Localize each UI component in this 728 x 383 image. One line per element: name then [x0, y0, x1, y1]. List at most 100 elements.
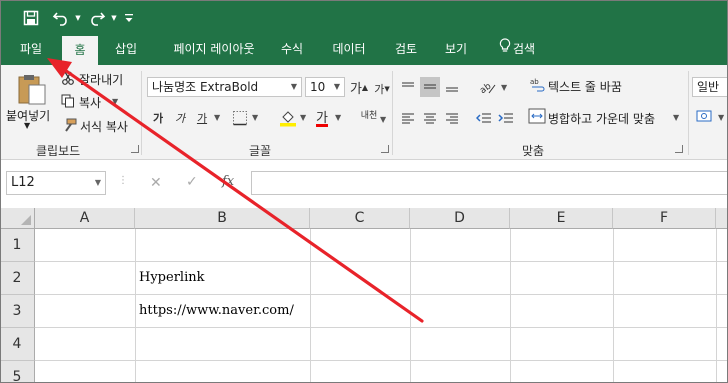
gridline [613, 229, 614, 383]
underline-button[interactable]: 가 [192, 108, 212, 128]
formula-input[interactable] [251, 171, 728, 195]
svg-text:ab: ab [478, 81, 493, 95]
column-header-c[interactable]: C [310, 208, 410, 229]
align-bottom-icon[interactable] [442, 77, 462, 97]
align-top-icon[interactable] [398, 77, 418, 97]
accounting-format-icon[interactable] [696, 108, 714, 127]
cancel-icon[interactable]: ✕ [150, 175, 162, 191]
tab-home[interactable]: 홈 [62, 36, 98, 65]
wrap-text-icon[interactable]: ab [530, 77, 546, 96]
tab-search[interactable]: 검색 [490, 35, 544, 65]
worksheet-grid[interactable]: A B C D E F 1 2 3 4 5 Hyperlink https://… [0, 208, 728, 383]
save-icon[interactable] [20, 7, 42, 29]
divider [392, 71, 393, 155]
accounting-dropdown-icon[interactable]: ▼ [718, 113, 724, 122]
align-center-icon[interactable] [420, 108, 440, 128]
formula-bar: L12 ▼ ⋮ ✕ ✓ fx [0, 161, 728, 208]
copy-icon[interactable] [61, 94, 75, 111]
row-header-2[interactable]: 2 [0, 262, 35, 295]
tab-label: 파일 [19, 42, 43, 56]
select-all-icon [21, 215, 31, 225]
column-header-f[interactable]: F [613, 208, 716, 229]
font-name-select[interactable]: 나눔명조 ExtraBold ▼ [147, 77, 302, 97]
paste-dropdown-icon[interactable]: ▼ [24, 121, 30, 130]
redo-dropdown-icon[interactable]: ▼ [108, 7, 120, 29]
row-header-5[interactable]: 5 [0, 361, 35, 383]
tab-formulas[interactable]: 수식 [272, 35, 312, 65]
format-painter-button[interactable]: 서식 복사 [80, 118, 128, 135]
merge-dropdown-icon[interactable]: ▼ [673, 113, 679, 122]
select-all-button[interactable] [0, 208, 35, 229]
align-left-icon[interactable] [398, 108, 418, 128]
paste-icon[interactable] [16, 73, 48, 108]
column-header-a[interactable]: A [35, 208, 135, 229]
font-size-select[interactable]: 10 ▼ [305, 77, 345, 97]
shrink-font-button[interactable]: 가 ▼ [372, 79, 392, 99]
wrap-text-button[interactable]: 텍스트 줄 바꿈 [548, 78, 622, 95]
merge-center-icon[interactable] [528, 108, 546, 127]
gridline [410, 229, 411, 383]
italic-button[interactable]: 가 [170, 108, 190, 128]
customize-qat-icon[interactable] [122, 7, 136, 29]
font-color-button[interactable]: 가 [312, 106, 332, 126]
font-launcher-icon[interactable] [381, 145, 389, 153]
shrink-font-label: 가 [374, 83, 385, 96]
orientation-icon[interactable]: ab [474, 77, 500, 97]
name-box[interactable]: L12 ▼ [6, 171, 106, 195]
fill-color-dropdown-icon[interactable]: ▼ [300, 113, 306, 122]
underline-dropdown-icon[interactable]: ▼ [214, 113, 220, 122]
borders-dropdown-icon[interactable]: ▼ [252, 113, 258, 122]
name-box-value: L12 [11, 175, 35, 190]
decrease-indent-icon[interactable] [474, 108, 494, 128]
tab-data[interactable]: 데이터 [322, 35, 376, 65]
cut-icon[interactable] [61, 71, 75, 88]
merge-center-button[interactable]: 병합하고 가운데 맞춤 [548, 110, 655, 127]
row-header-4[interactable]: 4 [0, 328, 35, 361]
borders-icon[interactable] [230, 108, 250, 128]
row-header-3[interactable]: 3 [0, 295, 35, 328]
tab-page-layout[interactable]: 페이지 레이아웃 [158, 35, 270, 65]
tab-label: 데이터 [332, 42, 366, 56]
fill-color-icon[interactable] [278, 108, 298, 128]
tab-view[interactable]: 보기 [436, 35, 476, 65]
increase-indent-icon[interactable] [496, 108, 516, 128]
cell-b3[interactable]: https://www.naver.com/ [139, 303, 294, 318]
orientation-dropdown-icon[interactable]: ▼ [501, 83, 507, 92]
tab-review[interactable]: 검토 [386, 35, 426, 65]
alignment-group-label: 맞춤 [522, 144, 545, 158]
copy-dropdown-icon[interactable]: ▼ [112, 97, 118, 106]
column-header-g[interactable] [716, 208, 728, 229]
gridline [716, 229, 717, 383]
align-middle-icon[interactable] [420, 77, 440, 97]
column-header-e[interactable]: E [510, 208, 613, 229]
undo-dropdown-icon[interactable]: ▼ [72, 7, 84, 29]
align-right-icon[interactable] [442, 108, 462, 128]
column-header-b[interactable]: B [135, 208, 310, 229]
bold-button[interactable]: 가 [148, 108, 168, 128]
tab-label: 페이지 레이아웃 [173, 42, 255, 56]
tab-insert[interactable]: 삽입 [106, 35, 146, 65]
tab-file[interactable]: 파일 [6, 35, 56, 65]
insert-function-icon[interactable]: fx [222, 174, 234, 189]
clipboard-launcher-icon[interactable] [131, 145, 139, 153]
alignment-launcher-icon[interactable] [675, 145, 683, 153]
number-format-select[interactable]: 일반 [692, 77, 728, 97]
redo-icon[interactable] [86, 7, 108, 29]
gridline [35, 294, 728, 295]
chevron-down-icon: ▼ [94, 178, 101, 187]
phonetic-dropdown-icon[interactable]: ▼ [380, 115, 386, 124]
gridline [35, 261, 728, 262]
cut-button[interactable]: 잘라내기 [79, 71, 123, 88]
column-header-d[interactable]: D [410, 208, 510, 229]
copy-button[interactable]: 복사 [79, 94, 101, 111]
undo-icon[interactable] [50, 7, 72, 29]
enter-icon[interactable]: ✓ [186, 174, 198, 190]
cell-b2[interactable]: Hyperlink [139, 270, 204, 285]
grow-font-button[interactable]: 가 ▲ [349, 77, 369, 97]
row-header-1[interactable]: 1 [0, 229, 35, 262]
format-painter-icon[interactable] [61, 118, 77, 135]
font-color-dropdown-icon[interactable]: ▼ [335, 113, 341, 122]
gridline [35, 360, 728, 361]
gridline [310, 229, 311, 383]
phonetic-button[interactable]: 내천 [356, 106, 382, 126]
